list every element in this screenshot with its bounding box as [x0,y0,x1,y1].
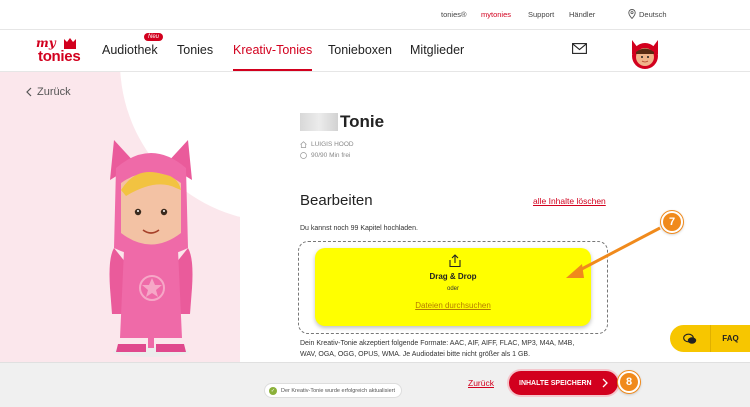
or-label: oder [446,286,459,292]
nav-kreativ-tonies[interactable]: Kreativ-Tonies [233,43,313,71]
tonie-owner: LUIGIS HOOD [300,141,354,148]
back-link-top[interactable]: Zurück [26,86,71,98]
nav-tonies[interactable]: Tonies [177,43,213,57]
chevron-left-icon [26,87,32,97]
browse-files-link[interactable]: Dateien durchsuchen [315,301,591,310]
success-toast: ✓ Der Kreativ-Tonie wurde erfolgreich ak… [264,383,403,398]
topbar-link-tonies[interactable]: tonies® [441,10,467,19]
tonie-title-text: Tonie [340,112,385,131]
tonie-title: Tonie [300,112,384,132]
annotation-arrow [566,226,661,278]
utility-bar: tonies® mytonies Support Händler Deutsch [0,0,750,30]
capacity-label: 90/90 Min frei [311,152,351,159]
mytonies-logo[interactable]: my tonies [36,36,86,68]
delete-all-link[interactable]: alle Inhalte löschen [533,196,606,206]
owner-label: LUIGIS HOOD [311,141,354,148]
formats-line-2: WAV, OGA, OGG, OPUS, WMA. Je Audiodatei … [300,350,531,358]
chat-icon [683,333,697,344]
formats-info: Dein Kreativ-Tonie akzeptiert folgende F… [300,339,612,360]
faq-button[interactable]: FAQ [710,325,750,352]
tonie-capacity: 90/90 Min frei [300,152,350,159]
topbar-link-support[interactable]: Support [528,10,554,19]
topbar-link-haendler[interactable]: Händler [569,10,595,19]
redacted-name [300,113,338,131]
back-label: Zurück [37,86,71,98]
language-selector[interactable]: Deutsch [628,9,667,19]
nav-tonieboxen[interactable]: Tonieboxen [328,43,392,57]
back-link-bottom[interactable]: Zurück [468,378,494,388]
chat-button[interactable] [670,325,710,352]
logo-tonies: tonies [38,48,81,65]
nav-audiothek[interactable]: Audiothek [102,43,158,57]
chapter-info: Du kannst noch 99 Kapitel hochladen. [300,225,418,232]
user-avatar[interactable] [628,36,662,72]
step-badge-8: 8 [618,371,640,393]
check-icon: ✓ [269,386,277,395]
chevron-right-icon [602,378,608,388]
kreativ-tonie-figure [109,140,193,357]
house-icon [300,141,307,148]
save-label: INHALTE SPEICHERN [519,379,592,387]
location-pin-icon [628,9,636,19]
mail-icon[interactable] [572,43,587,54]
topbar-link-mytonies[interactable]: mytonies [481,10,511,19]
toast-text: Der Kreativ-Tonie wurde erfolgreich aktu… [281,387,396,394]
edit-heading: Bearbeiten [300,192,373,209]
new-badge: Neu [144,33,164,41]
nav-mitglieder[interactable]: Mitglieder [410,43,464,57]
upload-icon [449,254,461,268]
drag-drop-label: Drag & Drop [429,272,477,281]
formats-line-1: Dein Kreativ-Tonie akzeptiert folgende F… [300,340,575,347]
clock-icon [300,152,307,159]
save-contents-button[interactable]: INHALTE SPEICHERN [509,371,618,395]
faq-widget[interactable]: FAQ [670,325,750,352]
step-badge-7: 7 [661,211,683,233]
language-label: Deutsch [639,9,667,19]
